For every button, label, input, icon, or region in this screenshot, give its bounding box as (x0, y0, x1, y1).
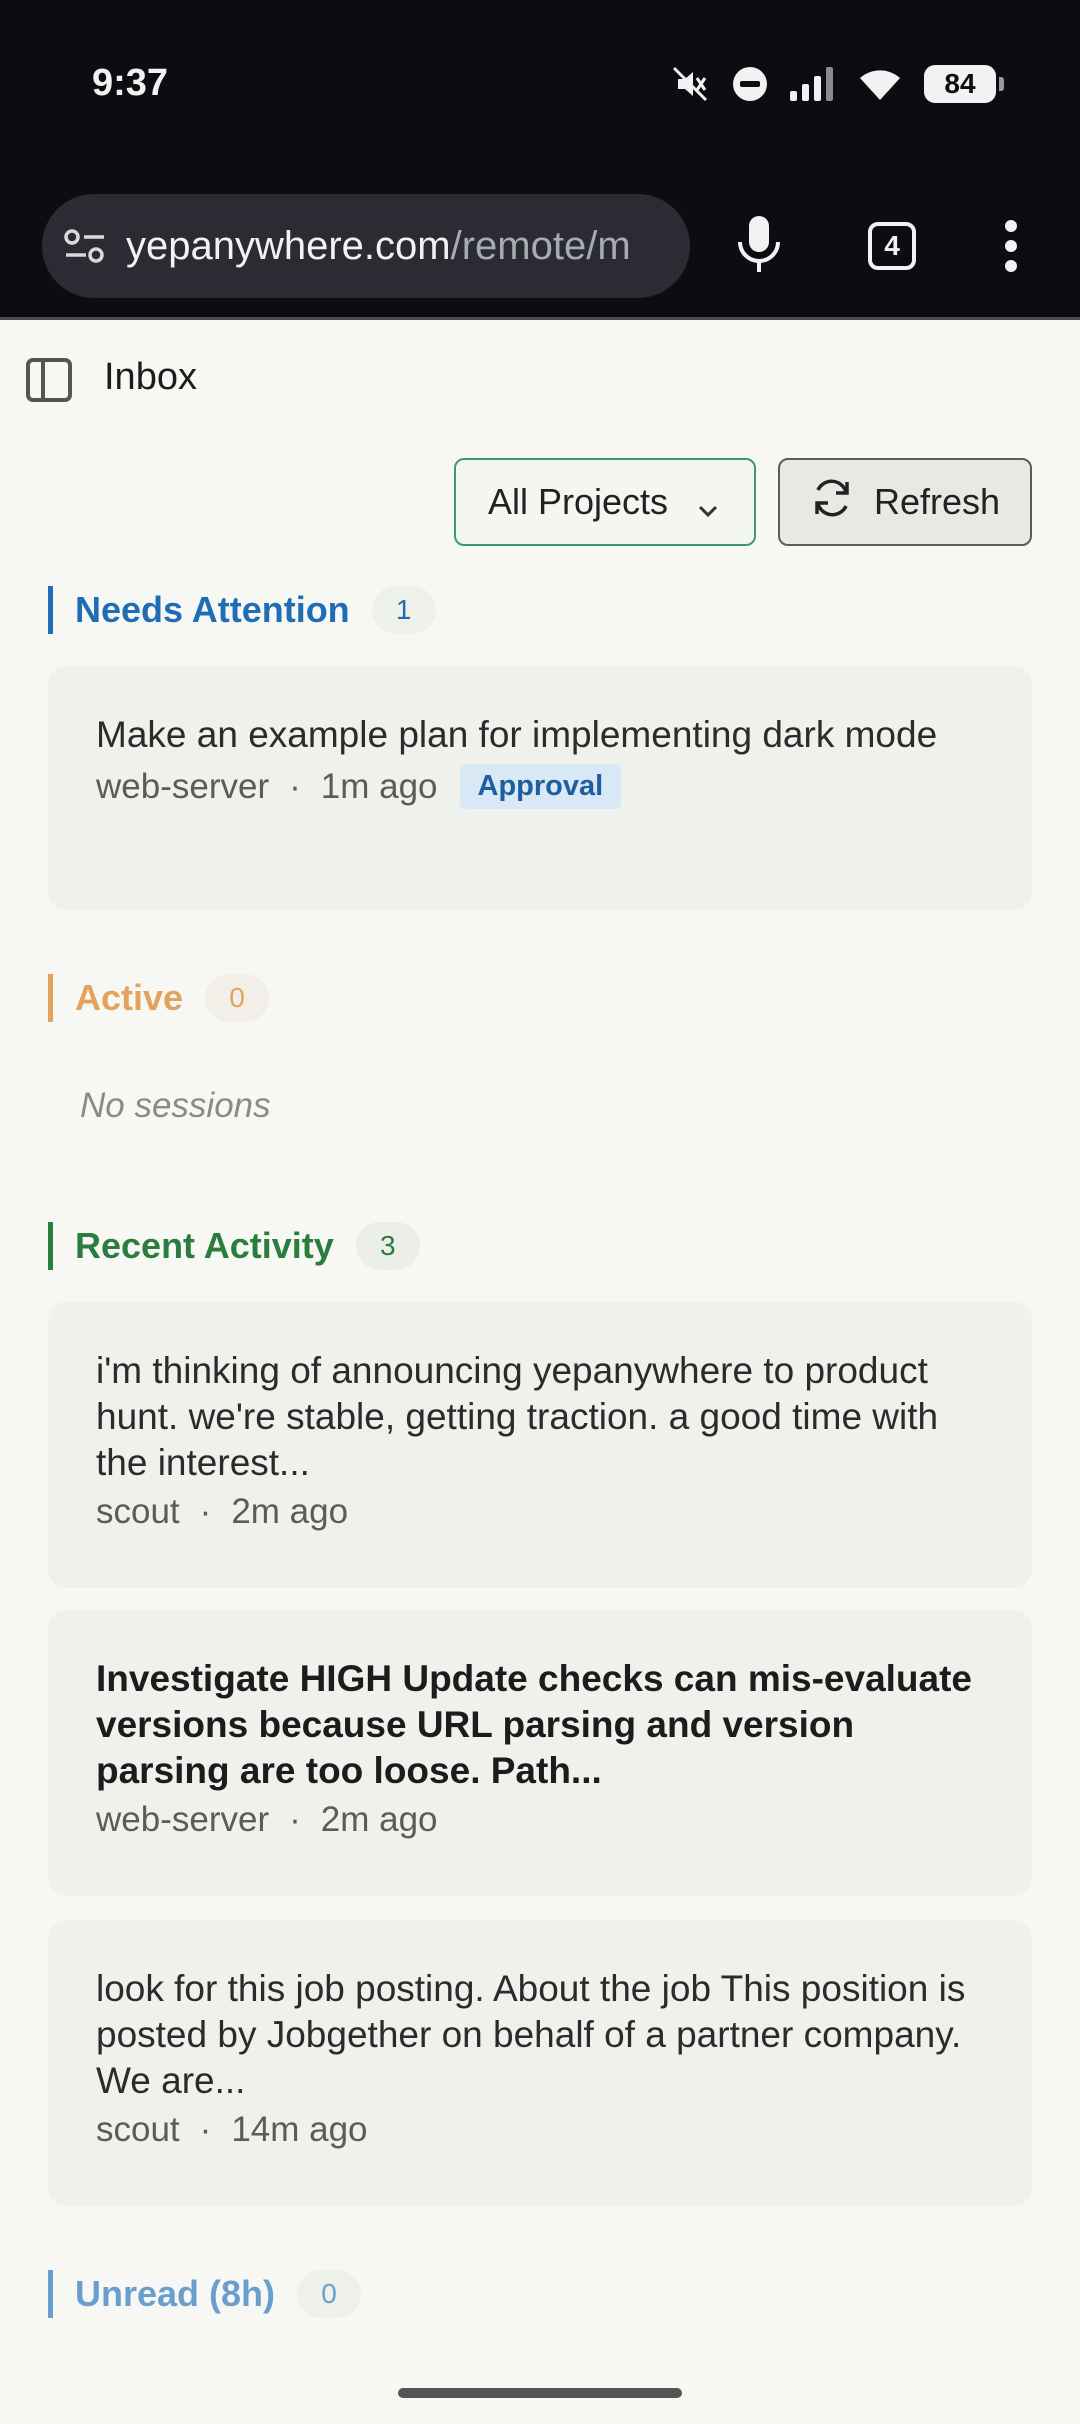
sidebar-toggle-icon[interactable] (26, 358, 72, 402)
refresh-icon (810, 476, 874, 529)
separator-dot: · (199, 2110, 212, 2149)
url-path: /remote/m (450, 223, 631, 268)
section-title: Recent Activity (75, 1225, 334, 1266)
status-bar: 9:37 84 (0, 0, 1080, 176)
section-count-badge: 0 (205, 974, 270, 1022)
session-card[interactable]: Investigate HIGH Update checks can mis-e… (48, 1610, 1032, 1896)
section-title: Unread (8h) (75, 2273, 276, 2314)
session-time: 14m ago (231, 2110, 368, 2149)
session-time: 2m ago (320, 1800, 438, 1839)
section-recent-activity: Recent Activity 3 (48, 1222, 420, 1270)
approval-badge: Approval (459, 764, 622, 809)
session-time: 1m ago (320, 766, 438, 806)
do-not-disturb-icon (732, 66, 768, 102)
session-project: web-server (96, 1800, 270, 1839)
site-settings-icon[interactable] (62, 223, 108, 269)
section-title: Active (75, 977, 184, 1018)
tab-switcher-button[interactable]: 4 (868, 222, 916, 270)
session-project: web-server (96, 766, 270, 806)
section-title: Needs Attention (75, 589, 350, 630)
status-icons: 84 (670, 64, 1004, 104)
section-accent-bar (48, 1222, 53, 1270)
app-header: Inbox (0, 320, 1080, 434)
home-indicator[interactable] (398, 2388, 682, 2398)
status-time: 9:37 (92, 62, 169, 104)
session-title: Make an example plan for implementing da… (96, 714, 938, 755)
chevron-down-icon (696, 490, 720, 532)
wifi-icon (858, 66, 902, 102)
section-accent-bar (48, 586, 53, 634)
session-meta: web-server · 2m ago (96, 1800, 984, 1840)
refresh-button[interactable]: Refresh (778, 458, 1032, 546)
session-card[interactable]: i'm thinking of announcing yepanywhere t… (48, 1302, 1032, 1588)
session-time: 2m ago (231, 1492, 349, 1531)
session-meta: scout · 2m ago (96, 1492, 984, 1532)
session-card[interactable]: Make an example plan for implementing da… (48, 666, 1032, 910)
refresh-label: Refresh (874, 481, 1001, 522)
session-meta: web-server · 1m ago Approval (96, 764, 984, 809)
browser-toolbar: yepanywhere.com/remote/m 4 (0, 176, 1080, 320)
empty-state-text: No sessions (80, 1086, 271, 1125)
url-host: yepanywhere.com (126, 223, 451, 268)
session-meta: scout · 14m ago (96, 2110, 984, 2150)
section-needs-attention: Needs Attention 1 (48, 586, 436, 634)
microphone-icon[interactable] (734, 214, 784, 281)
section-active: Active 0 (48, 974, 270, 1022)
session-title: Investigate HIGH Update checks can mis-e… (96, 1658, 973, 1791)
mute-icon (670, 64, 710, 104)
session-project: scout (96, 1492, 180, 1531)
signal-icon (790, 67, 836, 101)
project-filter-value: All Projects (488, 481, 669, 522)
section-count-badge: 0 (297, 2270, 362, 2318)
address-bar[interactable]: yepanywhere.com/remote/m (42, 194, 690, 298)
session-title: look for this job posting. About the job… (96, 1968, 966, 2101)
separator-dot: · (289, 1800, 301, 1839)
section-accent-bar (48, 2270, 53, 2318)
separator-dot: · (289, 766, 301, 806)
session-title: i'm thinking of announcing yepanywhere t… (96, 1350, 939, 1483)
section-count-badge: 1 (371, 586, 436, 634)
section-unread: Unread (8h) 0 (48, 2270, 362, 2318)
battery-icon: 84 (924, 65, 1004, 103)
page-title: Inbox (104, 356, 197, 398)
url-text: yepanywhere.com/remote/m (126, 224, 631, 269)
more-options-icon[interactable] (1004, 216, 1018, 281)
separator-dot: · (199, 1492, 212, 1531)
session-card[interactable]: look for this job posting. About the job… (48, 1920, 1032, 2206)
section-count-badge: 3 (355, 1222, 420, 1270)
section-accent-bar (48, 974, 53, 1022)
project-filter-select[interactable]: All Projects (454, 458, 756, 546)
session-project: scout (96, 2110, 180, 2149)
